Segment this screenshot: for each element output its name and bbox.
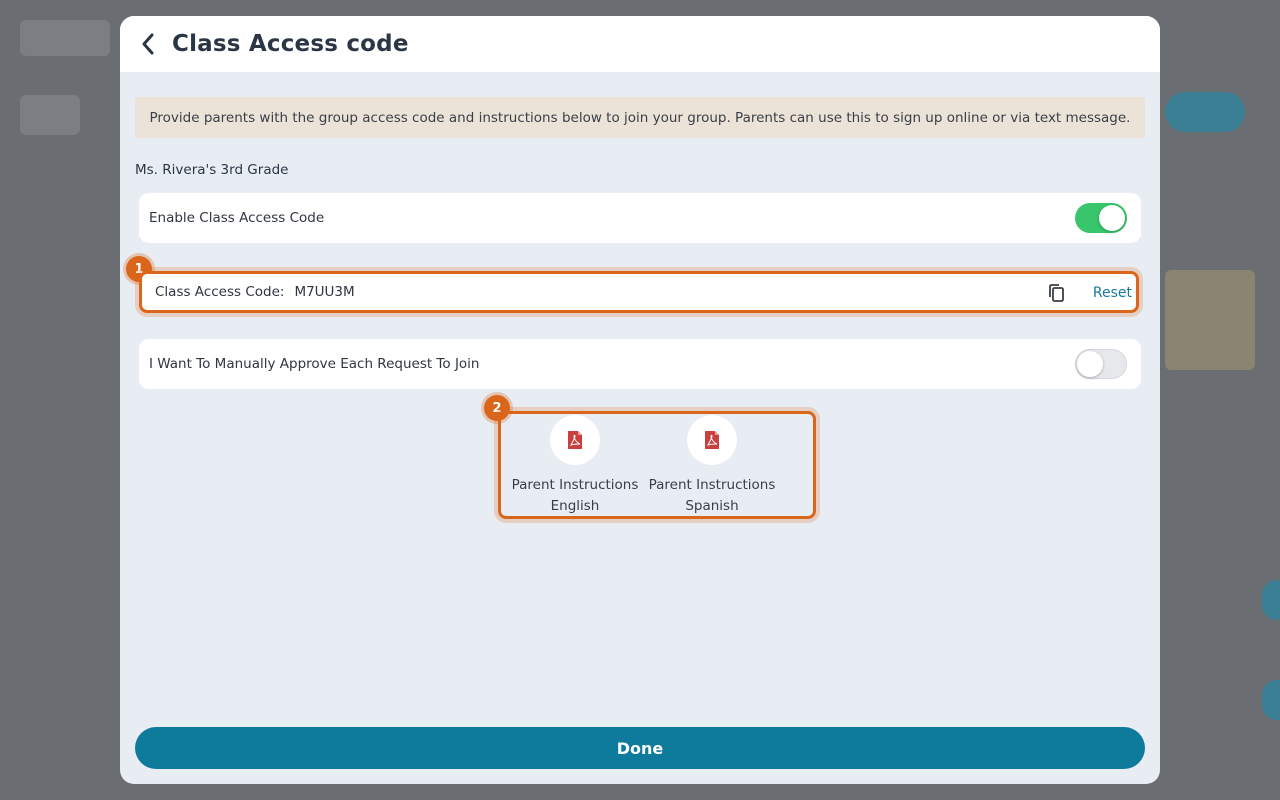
doc-label: Parent Instructions Spanish [649,475,776,517]
class-name: Ms. Rivera's 3rd Grade [135,162,289,178]
modal-title: Class Access code [172,31,409,57]
chevron-left-icon [142,33,154,55]
manual-approve-label: I Want To Manually Approve Each Request … [149,356,480,372]
background-fab-2 [1262,680,1280,720]
copy-button[interactable] [1047,283,1067,303]
info-banner: Provide parents with the group access co… [135,97,1145,138]
back-button[interactable] [132,28,164,60]
toggle-knob [1099,205,1125,231]
parent-instructions-group: Parent Instructions English Parent Instr… [498,411,816,519]
pdf-icon [705,431,719,449]
doc-label-line2: English [550,498,600,514]
reset-link[interactable]: Reset [1093,285,1132,301]
copy-icon [1049,284,1064,302]
pdf-icon [568,431,582,449]
access-code-label: Class Access Code: [155,284,285,300]
background-button [1165,92,1245,132]
enable-code-row: Enable Class Access Code [139,193,1141,243]
pdf-icon-circle [687,415,737,465]
doc-label-line1: Parent Instructions [648,477,776,493]
background-fab [1262,580,1280,620]
enable-code-label: Enable Class Access Code [149,210,325,226]
manual-approve-row: I Want To Manually Approve Each Request … [139,339,1141,389]
modal-header: Class Access code [120,16,1160,72]
doc-label: Parent Instructions English [512,475,639,517]
access-code-value: M7UU3M [294,284,355,300]
background-panel [1165,270,1255,370]
class-access-code-modal: Class Access code Provide parents with t… [120,16,1160,784]
parent-instructions-english[interactable]: Parent Instructions English [505,415,645,517]
background-logo [20,20,110,56]
manual-approve-toggle[interactable] [1075,349,1127,379]
doc-label-line1: Parent Instructions [511,477,639,493]
toggle-knob [1077,351,1103,377]
access-code-row: Class Access Code: M7UU3M Reset [139,271,1139,313]
done-button[interactable]: Done [135,727,1145,769]
background-nav [20,95,80,135]
parent-instructions-spanish[interactable]: Parent Instructions Spanish [642,415,782,517]
enable-code-toggle[interactable] [1075,203,1127,233]
pdf-icon-circle [550,415,600,465]
doc-label-line2: Spanish [685,498,739,514]
